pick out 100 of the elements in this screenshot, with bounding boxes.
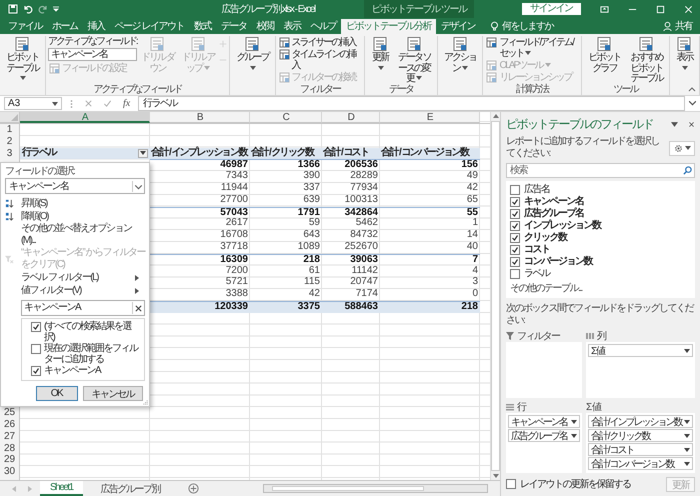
menu-item[interactable]: ラベル フィルター(L) [21, 272, 135, 284]
ribbon-display-icon[interactable] [600, 4, 608, 14]
ribbon-tab[interactable]: ヘルプ [305, 19, 341, 34]
drop-area[interactable]: Σ 値 [586, 342, 696, 398]
dialog-button[interactable]: OK [36, 386, 78, 401]
ribbon-button[interactable]: フィールド/アイテム/セット [485, 36, 579, 59]
field-chip[interactable]: 合計 / インプレッション数 [588, 415, 694, 428]
checkbox[interactable] [510, 257, 520, 267]
expand-caret-icon[interactable] [689, 101, 696, 106]
field-name[interactable]: コスト [524, 244, 550, 256]
person-icon[interactable] [663, 21, 672, 32]
collapse-ribbon-icon[interactable] [688, 87, 696, 92]
menu-item[interactable]: その他の並べ替えオプション(M)... [21, 223, 145, 247]
field-chip[interactable]: 合計 / クリック数 [588, 429, 694, 442]
ribbon-tab[interactable]: ピボットテーブル分析 [340, 19, 436, 34]
field-select[interactable]: キャンペーン名 [5, 178, 145, 194]
menu-item[interactable]: 降順(O) [21, 210, 145, 222]
field-name[interactable]: コンバージョン数 [524, 256, 592, 268]
checkbox[interactable] [31, 366, 41, 376]
ribbon-tab[interactable]: データ [216, 19, 252, 34]
formula-input[interactable]: 行ラベル [138, 96, 685, 111]
column-header[interactable]: A [20, 112, 150, 123]
ribbon-button[interactable]: おすすめピボットテーブル [626, 36, 667, 84]
sheet-tab[interactable]: Sheet1 [40, 481, 83, 496]
save-icon[interactable] [8, 4, 18, 14]
ribbon-tab[interactable]: ホーム [47, 19, 82, 34]
scroll-up-arrow-icon[interactable] [492, 114, 498, 118]
lightbulb-icon[interactable] [490, 21, 499, 32]
field-name[interactable]: 広告名 [524, 184, 550, 196]
checkbox[interactable] [510, 269, 520, 279]
checkbox[interactable] [31, 344, 41, 354]
field-name[interactable]: インプレッション数 [524, 220, 600, 232]
tell-me-search[interactable]: 何をしますか [502, 19, 553, 34]
checkbox[interactable] [31, 322, 41, 332]
checkbox-label[interactable]: (すべての検索結果を選択) [44, 321, 141, 343]
column-header[interactable]: C [250, 112, 322, 123]
field-name[interactable]: 広告グループ名 [524, 208, 584, 220]
ribbon-button[interactable]: 更新 [367, 36, 393, 84]
caret-icon[interactable] [671, 121, 678, 128]
field-name[interactable]: キャンペーン名 [524, 196, 584, 208]
column-header[interactable]: B [150, 112, 250, 123]
checkbox-label[interactable]: レイアウトの更新を保留する [520, 477, 630, 491]
insert-function-button[interactable]: fx [123, 98, 130, 109]
checkbox[interactable] [510, 221, 520, 231]
redo-icon[interactable] [38, 4, 48, 14]
ribbon-button[interactable]: アクション [440, 36, 480, 84]
more-tables-link[interactable]: その他のテーブル... [510, 282, 582, 295]
column-header[interactable]: D [322, 112, 380, 123]
ribbon-tab[interactable]: 数式 [188, 19, 216, 34]
menu-item[interactable]: 昇順(S) [21, 198, 145, 210]
ribbon-button[interactable]: グループ [232, 36, 273, 84]
checkbox-label[interactable]: キャンペーンA [44, 365, 100, 376]
checkbox[interactable] [510, 209, 520, 219]
search-field[interactable]: 検索 [506, 163, 695, 178]
check-icon[interactable] [103, 99, 112, 108]
ribbon-button[interactable]: ピボットグラフ [584, 36, 625, 84]
vertical-scrollbar[interactable] [490, 112, 500, 480]
scroll-down-arrow-icon[interactable] [492, 474, 498, 478]
ribbon-tab[interactable]: 表示 [278, 19, 306, 34]
field-name[interactable]: クリック数 [524, 232, 566, 244]
checkbox[interactable] [510, 233, 520, 243]
field-chip[interactable]: 広告グループ名 [508, 429, 580, 442]
dialog-button[interactable]: キャンセル [82, 386, 143, 401]
ribbon-tab[interactable]: 校閲 [251, 19, 278, 34]
ribbon-tab[interactable]: ページ レイアウト [110, 19, 189, 34]
checkbox[interactable] [510, 197, 520, 207]
field-chip[interactable]: 合計 / コンバージョン数 [588, 457, 694, 470]
share-button[interactable]: 共有 [675, 19, 692, 34]
sheet-tab[interactable]: 広告グループ別 [90, 481, 170, 496]
active-field-input[interactable]: キャンペーン名 [48, 48, 137, 61]
ribbon-tab[interactable]: ファイル [3, 19, 47, 34]
checkbox[interactable] [510, 245, 520, 255]
close-icon[interactable] [688, 121, 695, 128]
ribbon-button[interactable]: ピボットテーブル [2, 36, 43, 84]
field-chip[interactable]: Σ 値 [588, 344, 694, 357]
field-name[interactable]: ラベル [524, 268, 550, 280]
checkbox[interactable] [506, 479, 516, 489]
undo-icon[interactable] [23, 4, 33, 14]
checkbox-label[interactable]: 現在の選択範囲をフィルターに追加する [44, 343, 141, 365]
ribbon-button[interactable]: データ ソースの変更 [394, 36, 435, 84]
drop-area[interactable]: 合計 / インプレッション数 合計 / クリック数 合計 / コスト 合計 / コンバージョン数 [586, 413, 696, 473]
add-sheet-icon[interactable] [188, 483, 200, 494]
drop-area[interactable]: キャンペーン名 広告グループ名 [506, 413, 582, 473]
field-chip[interactable]: 合計 / コスト [588, 443, 694, 456]
checkbox[interactable] [510, 185, 520, 195]
ribbon-button[interactable]: タイムラインの挿入 [278, 48, 362, 71]
ribbon-tab[interactable]: 挿入 [82, 19, 110, 34]
horizontal-scrollbar[interactable] [263, 484, 488, 493]
ribbon-button[interactable]: 表示 [672, 36, 697, 84]
name-box[interactable]: A3 [4, 97, 62, 110]
menu-item[interactable]: 値フィルター(V) [21, 284, 135, 296]
ribbon-tab[interactable]: デザイン [436, 19, 480, 34]
customize-caret-icon[interactable] [53, 6, 59, 12]
settings-button[interactable] [669, 140, 695, 156]
sign-in-button[interactable]: サインイン [522, 3, 580, 15]
column-header[interactable]: E [380, 112, 480, 123]
field-chip[interactable]: キャンペーン名 [508, 415, 580, 428]
ribbon-button[interactable]: スライサーの挿入 [278, 36, 362, 48]
filter-dropdown-button[interactable] [138, 148, 148, 158]
maximize-icon[interactable] [656, 4, 664, 14]
